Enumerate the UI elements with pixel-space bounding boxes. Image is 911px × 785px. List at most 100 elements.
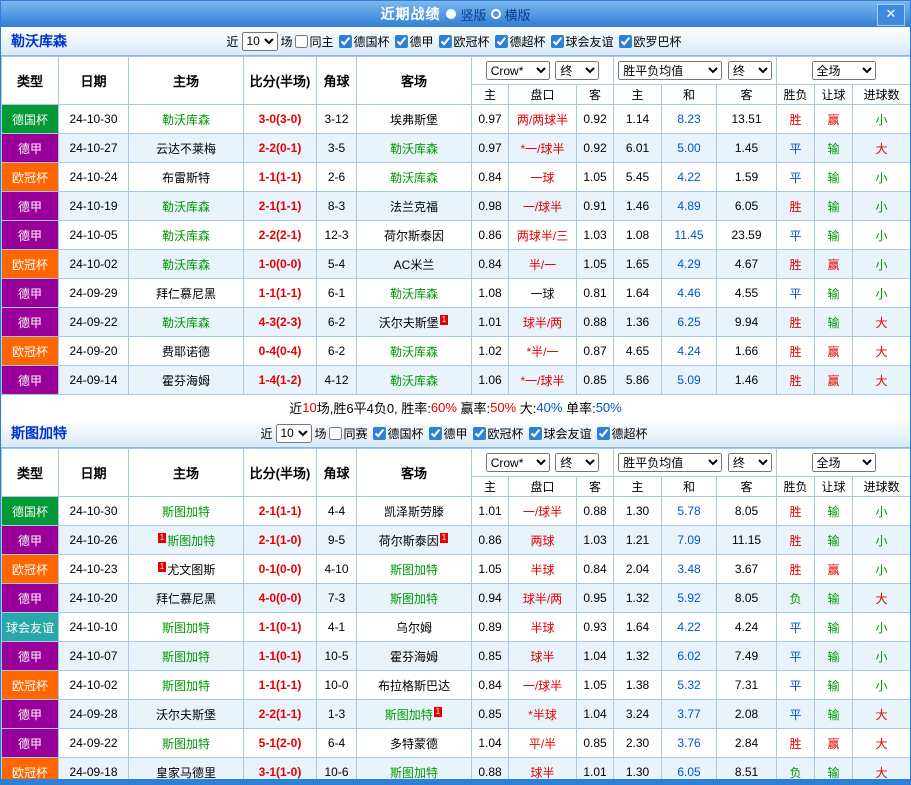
handicap-result: 输 [815,613,853,642]
competition-type: 球会友谊 [2,613,59,642]
near-count-select[interactable]: 10 [241,32,277,51]
filter-bar: 近 10 场 同赛 德国杯 德甲 欧冠杯 球会友谊 德超杯 [260,424,650,443]
result: 胜 [777,308,815,337]
home-team: 布雷斯特 [129,163,244,192]
handicap: *半/一 [509,337,577,366]
league-filter[interactable]: 德超杯 [493,33,546,50]
league-checkbox[interactable] [495,35,508,48]
handicap-result: 输 [815,134,853,163]
handicap-result: 输 [815,308,853,337]
odds-home: 0.97 [472,105,509,134]
avg-time-select[interactable]: 终 [728,61,772,80]
horizontal-layout-radio[interactable] [491,9,501,19]
col-away: 客场 [357,57,472,105]
scope-select[interactable]: 全场 [812,61,876,80]
league-checkbox[interactable] [597,427,610,440]
league-checkbox[interactable] [529,427,542,440]
same-competition-filter[interactable]: 同赛 [326,425,367,442]
odds-company-select[interactable]: Crow* [486,61,550,80]
league-checkbox[interactable] [473,427,486,440]
league-filter[interactable]: 德国杯 [370,425,423,442]
league-label: 球会友谊 [544,425,592,442]
league-checkbox[interactable] [372,427,385,440]
team-label: 勒沃库森 [390,142,438,156]
league-checkbox[interactable] [429,427,442,440]
odds-away: 1.01 [577,758,614,785]
score: 2-2(2-1) [244,221,317,250]
away-team: 法兰克福 [357,192,472,221]
league-filter[interactable]: 球会友谊 [527,425,592,442]
avg-type-select[interactable]: 胜平负均值 [618,453,722,472]
odds-time-select[interactable]: 终 [555,453,599,472]
handicap: 半球 [509,555,577,584]
handicap: *一/球半 [509,366,577,395]
close-icon[interactable]: ✕ [877,4,905,26]
league-filter[interactable]: 欧冠杯 [437,33,490,50]
col-date: 日期 [59,57,129,105]
home-team: 斯图加特 [129,613,244,642]
corners: 6-1 [317,279,357,308]
team-label: 荷尔斯泰因 [379,534,439,548]
league-filter[interactable]: 德超杯 [595,425,648,442]
handicap-result: 赢 [815,555,853,584]
league-filter[interactable]: 德国杯 [336,33,389,50]
odds-company-select[interactable]: Crow* [486,453,550,472]
competition-type: 欧冠杯 [2,250,59,279]
match-row: 德甲24-10-05勒沃库森2-2(2-1)12-3荷尔斯泰因0.86两球半/三… [2,221,911,250]
scope-group-header: 全场 [777,57,911,85]
result: 平 [777,642,815,671]
league-filter[interactable]: 欧冠杯 [471,425,524,442]
league-checkbox[interactable] [619,35,632,48]
handicap: *半球 [509,700,577,729]
competition-type: 德甲 [2,134,59,163]
team-label: 斯图加特 [390,563,438,577]
filter-bar: 近 10 场 同主 德国杯 德甲 欧冠杯 德超杯 球会友谊 欧罗巴杯 [226,32,684,51]
vertical-layout-radio[interactable] [446,9,456,19]
odds-away: 0.95 [577,584,614,613]
odds-time-select[interactable]: 终 [555,61,599,80]
red-card-badge: 1 [440,315,448,325]
team-label: 勒沃库森 [390,287,438,301]
league-checkbox[interactable] [394,35,407,48]
competition-type: 欧冠杯 [2,163,59,192]
avg-home: 1.65 [614,250,662,279]
league-checkbox[interactable] [551,35,564,48]
league-filter[interactable]: 球会友谊 [549,33,614,50]
league-filter[interactable]: 德甲 [392,33,433,50]
handicap: 球半 [509,758,577,785]
league-filter[interactable]: 欧罗巴杯 [617,33,682,50]
scope-select[interactable]: 全场 [812,453,876,472]
odds-home: 0.85 [472,700,509,729]
result: 胜 [777,192,815,221]
team-label: 乌尔姆 [396,621,432,635]
league-checkbox[interactable] [338,35,351,48]
result: 胜 [777,729,815,758]
league-checkbox[interactable] [439,35,452,48]
league-filter[interactable]: 德甲 [427,425,468,442]
games-label: 场 [314,425,326,442]
same-competition-checkbox[interactable] [328,427,341,440]
match-date: 24-09-14 [59,366,129,395]
avg-draw: 4.24 [662,337,717,366]
away-team: AC米兰 [357,250,472,279]
avg-group-header: 胜平负均值 终 [614,57,777,85]
goals-over-under: 大 [853,134,911,163]
home-team: 沃尔夫斯堡 [129,700,244,729]
same-home-checkbox[interactable] [294,35,307,48]
avg-type-select[interactable]: 胜平负均值 [618,61,722,80]
goals-over-under: 小 [853,526,911,555]
corners: 9-5 [317,526,357,555]
competition-type: 德甲 [2,366,59,395]
competition-type: 欧冠杯 [2,671,59,700]
near-count-select[interactable]: 10 [275,424,311,443]
corners: 4-10 [317,555,357,584]
same-home-filter[interactable]: 同主 [292,33,333,50]
avg-home: 1.64 [614,613,662,642]
avg-time-select[interactable]: 终 [728,453,772,472]
handicap: 一/球半 [509,497,577,526]
handicap: 两球 [509,526,577,555]
corners: 3-5 [317,134,357,163]
avg-home: 1.08 [614,221,662,250]
odds-home: 0.84 [472,163,509,192]
red-card-badge: 1 [440,533,448,543]
